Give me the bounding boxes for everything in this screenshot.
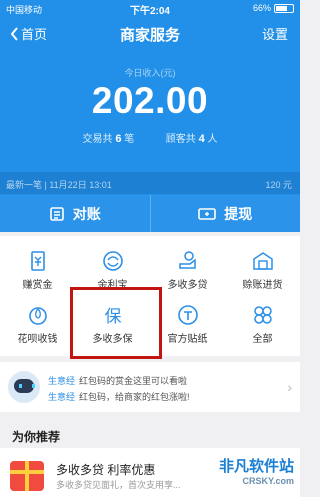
action-bar: 对账 提现 [0, 195, 300, 232]
page-title: 商家服务 [119, 27, 180, 44]
settings-button[interactable]: 设置 [262, 24, 288, 43]
withdraw-label: 提现 [224, 205, 253, 222]
recommend-item-desc: 多收多贷见面礼，首次支用享... [56, 480, 181, 490]
service-label: 赚赏金 [22, 280, 53, 291]
promo-text-1: 红包码的赏金这里可以看啦 [79, 376, 188, 386]
promo-tag: 生意经 [48, 392, 76, 402]
robot-icon [8, 371, 40, 403]
huabei-icon [29, 307, 47, 325]
watermark: 非凡软件站 CRSKY.com [219, 455, 294, 486]
gift-icon [10, 461, 44, 491]
highlight-box [70, 287, 162, 359]
ledger-icon [49, 206, 64, 221]
cust-count: 4 [198, 133, 205, 145]
transaction-stats: 交易共 6 笔 顾客共 4 人 [0, 130, 300, 145]
latest-transaction-text: 最新一笔 | 11月22日 13:01 [6, 180, 112, 190]
stock-icon [253, 252, 273, 270]
trans-count: 6 [115, 133, 122, 145]
service-zhuanshangjin[interactable]: 赚赏金 [0, 244, 75, 294]
money-tag-icon [31, 251, 45, 271]
watermark-line-2: CRSKY.com [242, 476, 294, 486]
service-huabei[interactable]: 花呗收钱 [0, 298, 75, 348]
watermark-line-1: 非凡软件站 [218, 458, 294, 475]
recommend-title: 为你推荐 [12, 430, 61, 444]
nav-bar: 首页 商家服务 设置 [0, 20, 300, 46]
income-label: 今日收入(元) [124, 68, 176, 78]
service-label: 赊账进货 [242, 280, 283, 291]
income-amount[interactable]: 202.00 [0, 80, 300, 122]
trans-prefix: 交易共 [82, 134, 113, 145]
service-all[interactable]: 全部 [225, 298, 300, 348]
sticker-icon [178, 305, 198, 325]
battery-percent: 66% [252, 3, 271, 13]
promo-tag: 生意经 [48, 376, 76, 386]
latest-transaction-row[interactable]: 最新一笔 | 11月22日 13:01 120 元 [0, 172, 300, 194]
reconcile-button[interactable]: 对账 [0, 195, 150, 232]
recommend-item-name: 多收多贷 利率优惠 [56, 463, 156, 477]
service-shezhang[interactable]: 赊账进货 [225, 244, 300, 294]
promo-banner[interactable]: 生意经 红包码的赏金这里可以看啦 生意经 红包码，给商家的红包涨啦! › [0, 362, 300, 412]
all-icon [254, 306, 272, 324]
cust-unit: 人 [207, 134, 218, 145]
status-right: 66% [253, 3, 294, 13]
status-bar: 中国移动 下午2:04 66% [0, 0, 300, 17]
withdraw-button[interactable]: 提现 [149, 195, 301, 232]
header-panel: 中国移动 下午2:04 66% 首页 商家服务 设置 今日收入(元) 202.0… [0, 0, 300, 232]
loan-icon [179, 251, 196, 269]
reconcile-label: 对账 [72, 205, 101, 222]
battery-icon [274, 3, 294, 13]
chevron-right-icon: › [287, 379, 292, 395]
promo-text-2: 红包码，给商家的红包涨啦! [79, 392, 190, 402]
service-label: 花呗收钱 [17, 334, 58, 345]
card-icon [198, 207, 217, 220]
latest-transaction-amount: 120 元 [265, 180, 292, 190]
promo-line-2: 生意经 红包码，给商家的红包涨啦! [48, 390, 190, 403]
service-label: 全部 [252, 334, 273, 345]
promo-line-1: 生意经 红包码的赏金这里可以看啦 [48, 374, 187, 387]
cust-prefix: 顾客共 [165, 134, 196, 145]
trans-unit: 笔 [124, 134, 135, 145]
yulibao-icon [103, 251, 123, 271]
